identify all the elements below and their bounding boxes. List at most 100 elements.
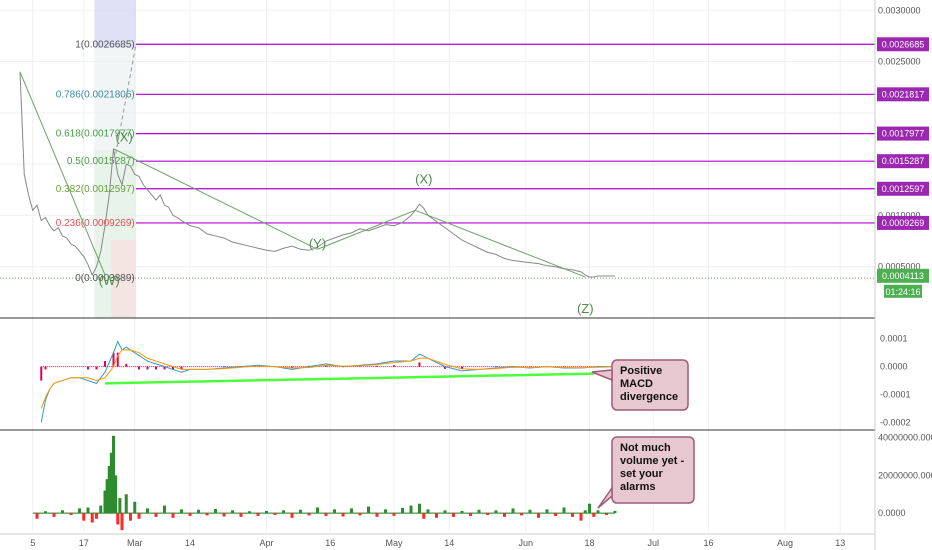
volume-bar [426,509,430,514]
volume-bar [554,513,557,516]
volume-bar [69,513,73,516]
macd-divergence-line [104,372,594,385]
volume-bar [78,508,81,514]
volume-bar [197,509,200,514]
volume-bar [592,513,596,517]
macd-y-tick: 0.0000 [880,362,908,372]
volume-bar [299,509,302,514]
price-tags: 0.0026685 0.0021817 0.0017977 0.0015287 0.00… [877,37,929,298]
volume-bar [90,513,94,523]
volume-y-tick: 0.0000 [878,508,906,518]
volume-bar [422,513,426,519]
volume-bar [205,513,209,516]
volume-bar [222,513,226,517]
volume-y-tick: 40000000.0000 [878,433,932,443]
annotation-line: volume yet - [620,455,685,467]
volume-bar [418,503,421,514]
macd-panel [40,340,616,423]
chart-area[interactable]: 1(0.0026685)0.786(0.0021806)0.618(0.0017… [0,0,932,550]
volume-bar [133,501,137,514]
fib-label: 1(0.0026685) [75,39,135,50]
macd-y-tick: 0.0001 [880,334,908,344]
volume-bar [494,510,498,514]
fib-label: 0.786(0.0021806) [56,89,135,100]
volume-bar [248,511,251,514]
volume-bar [367,506,370,514]
x-tick-label: 16 [703,538,713,548]
x-tick-label: 5 [30,538,35,548]
fib-label: 0.5(0.0015287) [67,156,135,167]
volume-bar [477,509,481,514]
x-tick-label: 13 [835,538,845,548]
volume-bar [333,509,336,514]
x-tick-label: 17 [79,538,89,548]
volume-panel [32,435,617,531]
volume-bar [316,507,319,514]
volume-bar [114,475,118,514]
axes: 0.00300000.00250000.00100000.00050000.00… [0,0,932,550]
volume-bar [511,508,515,514]
annotations: PositiveMACDdivergence Not muchvolume yet… [591,359,695,509]
volume-bar [401,507,404,514]
volume-bar [545,509,549,514]
volume-bar [460,510,464,514]
volume-bar [282,510,285,514]
volume-bar [44,511,47,514]
annotation-pointer [591,369,613,382]
fib-price-tag-text: 0.0026685 [882,39,925,49]
volume-bar [605,513,608,516]
volume-bar [452,513,455,517]
x-tick-label: 14 [185,538,195,548]
volume-bar [588,503,591,514]
volume-bar [392,513,396,516]
volume-bar [341,513,345,517]
volume-bar [180,509,183,514]
volume-bar [214,508,217,514]
current-price-tag-text: 0.0004113 [882,271,924,281]
volume-bar [503,513,506,517]
volume-bar [375,513,379,517]
volume-y-tick: 20000000.0000 [878,470,932,480]
annotation-line: MACD [620,378,653,390]
fib-price-tag-text: 0.0015287 [882,156,925,166]
fib-label: 0.236(0.0009269) [56,218,135,229]
x-tick-label: Aug [777,538,793,548]
volume-bar [409,505,413,514]
volume-bar [99,505,103,514]
volume-bar [307,513,311,516]
volume-bar [118,498,122,514]
fib-price-tag-text: 0.0021817 [882,89,925,99]
volume-bar [579,513,583,521]
volume-bar [95,513,98,519]
volume-bar [256,513,260,516]
volume-bar [146,508,149,514]
price-y-tick: 0.0030000 [878,5,921,15]
volume-bar [562,507,566,514]
volume-bar [188,513,192,516]
volume-bar [350,508,353,514]
annotation-line: alarms [620,481,655,493]
x-tick-label: Mar [127,538,143,548]
volume-bar [116,513,120,525]
volume-bar [171,513,175,518]
countdown-tag-text: 01:24:16 [885,287,920,297]
volume-bar [290,513,294,518]
wave-label: (Y) [309,236,326,251]
volume-bar [86,507,90,514]
wave-label: (X) [415,172,432,187]
annotation-line: Positive [620,365,662,377]
fib-price-tag-text: 0.0009269 [882,218,925,228]
volume-bar [124,494,128,514]
x-tick-label: Jun [518,538,533,548]
volume-bar [384,509,387,514]
volume-bar [265,510,268,514]
volume-bar [486,513,489,516]
x-tick-label: 18 [584,538,594,548]
volume-bar [537,513,540,518]
x-tick-label: 14 [444,538,454,548]
volume-bar [61,510,64,514]
volume-bar [120,513,124,531]
volume-bar [239,513,243,517]
volume-bar [596,510,600,514]
wave-label: (Z) [577,301,594,316]
